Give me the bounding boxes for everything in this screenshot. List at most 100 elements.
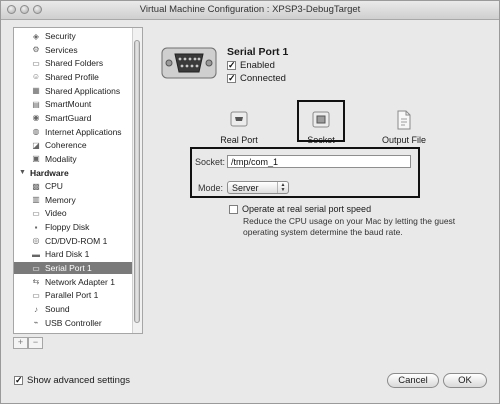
sidebar-item-label: Shared Folders: [45, 58, 104, 69]
remove-device-button[interactable]: −: [28, 337, 43, 349]
hard-disk-icon: ▬: [32, 249, 40, 259]
network-icon: ⇆: [32, 277, 40, 287]
shield-icon: ◈: [32, 31, 40, 41]
sidebar-item-parallel-port-1[interactable]: ▭ Parallel Port 1: [14, 289, 132, 301]
device-sidebar: ◈ Security ⚙ Services ▭ Shared Folders ☺ Shared…: [13, 27, 143, 334]
real-speed-help-text: Reduce the CPU usage on your Mac by lett…: [243, 216, 456, 237]
sidebar-item-coherence[interactable]: ◪ Coherence: [14, 139, 132, 151]
window-title: Virtual Machine Configuration : XPSP3-De…: [139, 4, 361, 15]
output-file-option[interactable]: Output File: [374, 109, 434, 145]
updown-arrows-icon: ▲ ▼: [277, 182, 288, 193]
real-speed-checkbox[interactable]: [229, 204, 238, 214]
advanced-settings-label: Show advanced settings: [27, 375, 130, 386]
sidebar-item-sound[interactable]: ♪ Sound: [14, 303, 132, 315]
advanced-settings-row[interactable]: ✓ Show advanced settings: [14, 375, 130, 386]
sidebar-item-label: CPU: [45, 181, 63, 192]
socket-path-input[interactable]: [227, 155, 411, 168]
device-title: Serial Port 1: [227, 46, 289, 58]
floppy-disk-icon: ▪: [34, 222, 38, 232]
serial-port-icon: ▭: [32, 263, 40, 273]
coherence-icon: ◪: [32, 140, 40, 150]
sidebar-item-label: Shared Applications: [45, 85, 121, 96]
sidebar-item-video[interactable]: ▭ Video: [14, 207, 132, 219]
sidebar-item-shared-applications[interactable]: ▦ Shared Applications: [14, 85, 132, 97]
sidebar-item-label: Memory: [45, 194, 76, 205]
enabled-checkbox[interactable]: ✓: [227, 61, 236, 70]
sidebar-item-shared-profile[interactable]: ☺ Shared Profile: [14, 71, 132, 83]
video-icon: ▭: [32, 208, 40, 218]
smartguard-icon: ◉: [32, 113, 40, 123]
real-speed-checkbox-row[interactable]: Operate at real serial port speed: [229, 204, 371, 214]
disclosure-triangle-icon[interactable]: ▼: [19, 169, 26, 176]
vm-configuration-window: Virtual Machine Configuration : XPSP3-De…: [0, 0, 500, 404]
sidebar-item-services[interactable]: ⚙ Services: [14, 44, 132, 56]
sound-icon: ♪: [34, 304, 38, 314]
sidebar-item-memory[interactable]: ▥ Memory: [14, 194, 132, 206]
add-remove-controls: + −: [13, 337, 43, 349]
connected-checkbox[interactable]: ✓: [227, 74, 236, 83]
cancel-button[interactable]: Cancel: [387, 373, 439, 388]
modality-icon: ▣: [32, 154, 40, 164]
smartmount-icon: ▤: [32, 99, 40, 109]
mode-field-label: Mode:: [198, 183, 224, 193]
sidebar-item-cd-dvd-rom-1[interactable]: ◎ CD/DVD-ROM 1: [14, 235, 132, 247]
output-file-icon: [397, 110, 411, 130]
sidebar-item-label: Services: [45, 44, 78, 55]
sidebar-item-floppy-disk[interactable]: ▪ Floppy Disk: [14, 221, 132, 233]
parallel-port-icon: ▭: [32, 290, 40, 300]
sidebar-scrollbar[interactable]: [132, 28, 142, 333]
connected-label: Connected: [240, 73, 286, 84]
sidebar-item-label: Shared Profile: [45, 71, 99, 82]
sidebar-item-internet-applications[interactable]: ◍ Internet Applications: [14, 126, 132, 138]
real-port-option[interactable]: Real Port: [209, 109, 269, 145]
sidebar-item-label: Modality: [45, 153, 77, 164]
sidebar-item-label: SmartMount: [45, 99, 92, 110]
sidebar-item-label: Floppy Disk: [45, 222, 90, 233]
enabled-label: Enabled: [240, 60, 275, 71]
sidebar-item-label: Network Adapter 1: [45, 276, 115, 287]
folder-icon: ▭: [32, 58, 40, 68]
sidebar-item-label: Hard Disk 1: [45, 249, 90, 260]
usb-icon: ⌁: [33, 318, 39, 328]
sidebar-item-usb-controller[interactable]: ⌁ USB Controller: [14, 317, 132, 329]
hardware-section-header[interactable]: ▼ Hardware: [14, 167, 132, 179]
real-port-label: Real Port: [220, 135, 258, 145]
sidebar-item-network-adapter-1[interactable]: ⇆ Network Adapter 1: [14, 276, 132, 288]
hardware-section-label: Hardware: [29, 167, 69, 178]
sidebar-item-label: Internet Applications: [45, 126, 122, 137]
advanced-settings-checkbox[interactable]: ✓: [14, 376, 23, 385]
connected-checkbox-row[interactable]: ✓ Connected: [227, 73, 286, 84]
sidebar-item-modality[interactable]: ▣ Modality: [14, 153, 132, 165]
sidebar-item-label: CD/DVD-ROM 1: [45, 235, 108, 246]
serial-port-connector-icon: [161, 47, 217, 79]
sidebar-item-cpu[interactable]: ▩ CPU: [14, 180, 132, 192]
sidebar-item-label: Sound: [45, 304, 70, 314]
cpu-icon: ▩: [32, 181, 40, 191]
real-speed-label: Operate at real serial port speed: [242, 204, 372, 214]
gears-icon: ⚙: [32, 45, 40, 55]
memory-icon: ▥: [32, 195, 40, 205]
ok-button[interactable]: OK: [443, 373, 487, 388]
sidebar-item-label: Security: [45, 31, 76, 41]
sidebar-item-smartmount[interactable]: ▤ SmartMount: [14, 98, 132, 110]
sidebar-item-smartguard[interactable]: ◉ SmartGuard: [14, 112, 132, 124]
sidebar-item-label: USB Controller: [45, 317, 102, 328]
output-file-label: Output File: [381, 135, 427, 145]
sidebar-item-label: SmartGuard: [45, 112, 92, 123]
mode-selected-value: Server: [232, 182, 259, 193]
sidebar-item-security[interactable]: ◈ Security: [14, 30, 132, 42]
selected-option-highlight: [297, 100, 345, 142]
real-port-icon: [230, 111, 248, 127]
mode-select[interactable]: Server ▲ ▼: [227, 181, 289, 194]
sidebar-item-hard-disk-1[interactable]: ▬ Hard Disk 1: [14, 248, 132, 260]
add-device-button[interactable]: +: [13, 337, 28, 349]
sidebar-item-serial-port-1[interactable]: ▭ Serial Port 1: [14, 262, 132, 275]
enabled-checkbox-row[interactable]: ✓ Enabled: [227, 60, 275, 71]
sidebar-item-shared-folders[interactable]: ▭ Shared Folders: [14, 57, 132, 69]
profile-icon: ☺: [31, 72, 41, 82]
cd-dvd-icon: ◎: [32, 236, 40, 246]
sidebar-scroll-thumb[interactable]: [134, 40, 140, 323]
sidebar-item-label: Coherence: [45, 140, 87, 151]
sidebar-item-label: Parallel Port 1: [45, 290, 99, 301]
socket-field-label: Socket:: [195, 157, 226, 167]
